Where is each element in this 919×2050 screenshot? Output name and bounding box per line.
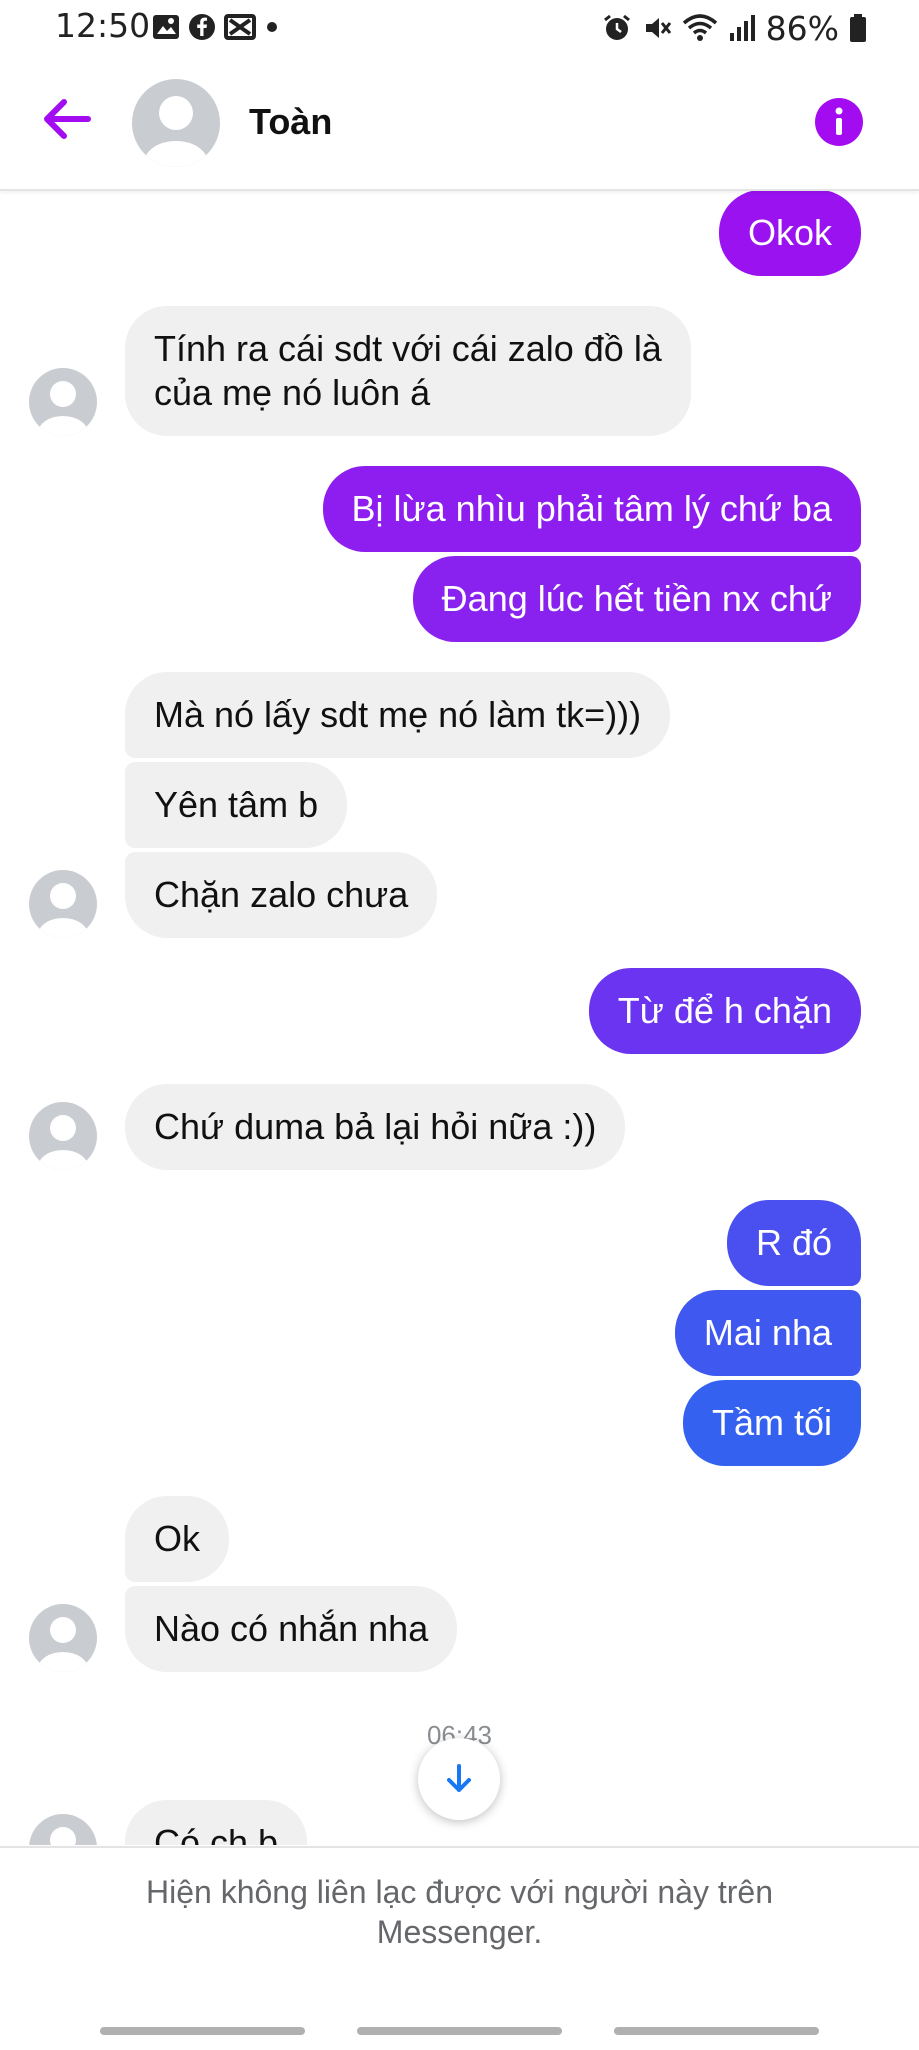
facebook-icon [189, 14, 215, 40]
sender-avatar[interactable] [29, 368, 97, 436]
sender-avatar[interactable] [29, 870, 97, 938]
battery-icon [850, 14, 866, 42]
message-text: Bị lừa nhìu phải tâm lý chứ ba [351, 488, 832, 529]
gallery-icon [153, 15, 179, 39]
message-bubble-outgoing[interactable]: Tầm tối [682, 1380, 861, 1466]
capcut-icon [224, 14, 256, 40]
message-text: Chặn zalo chưa [154, 874, 409, 915]
arrow-left-icon [44, 99, 91, 139]
message-text: Có ch b [154, 1822, 279, 1845]
message-text: Nào có nhắn nha [154, 1608, 429, 1649]
sender-avatar[interactable] [29, 1814, 97, 1845]
default-avatar-icon [38, 1617, 88, 1672]
arrow-down-icon [447, 1764, 471, 1792]
message-text: Mai nha [703, 1312, 832, 1353]
message-bubble-incoming[interactable]: Tính ra cái sdt với cái zalo đồ là của m… [125, 306, 691, 436]
sender-avatar[interactable] [29, 1604, 97, 1672]
default-avatar-icon [144, 96, 208, 167]
message-bubble-outgoing[interactable]: R đó [726, 1200, 861, 1286]
message-bubble-incoming[interactable]: Yên tâm b [125, 762, 348, 848]
nav-home-button[interactable] [357, 2027, 562, 2035]
status-time: 12:50 [55, 6, 151, 45]
dot-icon [267, 22, 277, 32]
conversation-header: Toàn [0, 56, 919, 191]
mute-icon [645, 18, 671, 38]
alarm-icon [603, 14, 630, 40]
nav-back-button[interactable] [614, 2027, 819, 2035]
message-bubble-incoming[interactable]: Có ch b [125, 1800, 308, 1845]
info-button[interactable] [815, 98, 863, 146]
default-avatar-icon [38, 381, 88, 436]
nav-recents-button[interactable] [100, 2027, 305, 2035]
battery-percent: 86% [765, 8, 839, 48]
message-bubble-outgoing[interactable]: Bị lừa nhìu phải tâm lý chứ ba [322, 466, 861, 552]
sender-avatar[interactable] [29, 1102, 97, 1170]
message-text: Yên tâm b [154, 784, 319, 825]
message-thread[interactable]: Okok Tính ra cái sdt với cái zalo đồ là … [0, 190, 919, 1845]
status-bar: 12:50 86% [0, 0, 919, 56]
message-text: Okok [747, 212, 832, 253]
message-text: của mẹ nó luôn á [154, 372, 431, 413]
contact-avatar[interactable] [132, 79, 220, 167]
info-icon [835, 107, 843, 135]
message-bubble-outgoing[interactable]: Từ để h chặn [588, 968, 861, 1054]
default-avatar-icon [38, 883, 88, 938]
back-button[interactable] [38, 94, 98, 144]
message-text: R đó [755, 1222, 832, 1263]
wifi-icon [682, 14, 717, 41]
signal-icon [729, 15, 755, 41]
contact-name[interactable]: Toàn [249, 101, 332, 143]
message-text: Chứ duma bả lại hỏi nữa :)) [154, 1106, 597, 1147]
message-text: Tính ra cái sdt với cái zalo đồ là [154, 328, 662, 369]
message-bubble-incoming[interactable]: Chứ duma bả lại hỏi nữa :)) [125, 1084, 626, 1170]
message-bubble-incoming[interactable]: Chặn zalo chưa [125, 852, 438, 938]
message-bubble-outgoing[interactable]: Đang lúc hết tiền nx chứ [412, 556, 861, 642]
message-bubble-incoming[interactable]: Nào có nhắn nha [125, 1586, 458, 1672]
message-bubble-outgoing[interactable]: Mai nha [674, 1290, 861, 1376]
default-avatar-icon [50, 1827, 76, 1845]
message-bubble-incoming[interactable]: Mà nó lấy sdt mẹ nó làm tk=))) [125, 672, 671, 758]
default-avatar-icon [38, 1115, 88, 1170]
message-text: Tầm tối [711, 1402, 832, 1443]
message-bubble-outgoing[interactable]: Okok [718, 190, 861, 276]
message-text: Mà nó lấy sdt mẹ nó làm tk=))) [154, 694, 642, 735]
unavailable-footer: Hiện không liên lạc được với người này t… [0, 1846, 919, 2050]
scroll-to-bottom-button[interactable] [418, 1738, 500, 1820]
message-text: Từ để h chặn [617, 990, 832, 1031]
message-bubble-incoming[interactable]: Ok [125, 1496, 230, 1582]
message-text: Ok [154, 1518, 201, 1559]
unavailable-notice: Hiện không liên lạc được với người này t… [146, 1874, 773, 1950]
message-text: Đang lúc hết tiền nx chứ [441, 578, 832, 619]
